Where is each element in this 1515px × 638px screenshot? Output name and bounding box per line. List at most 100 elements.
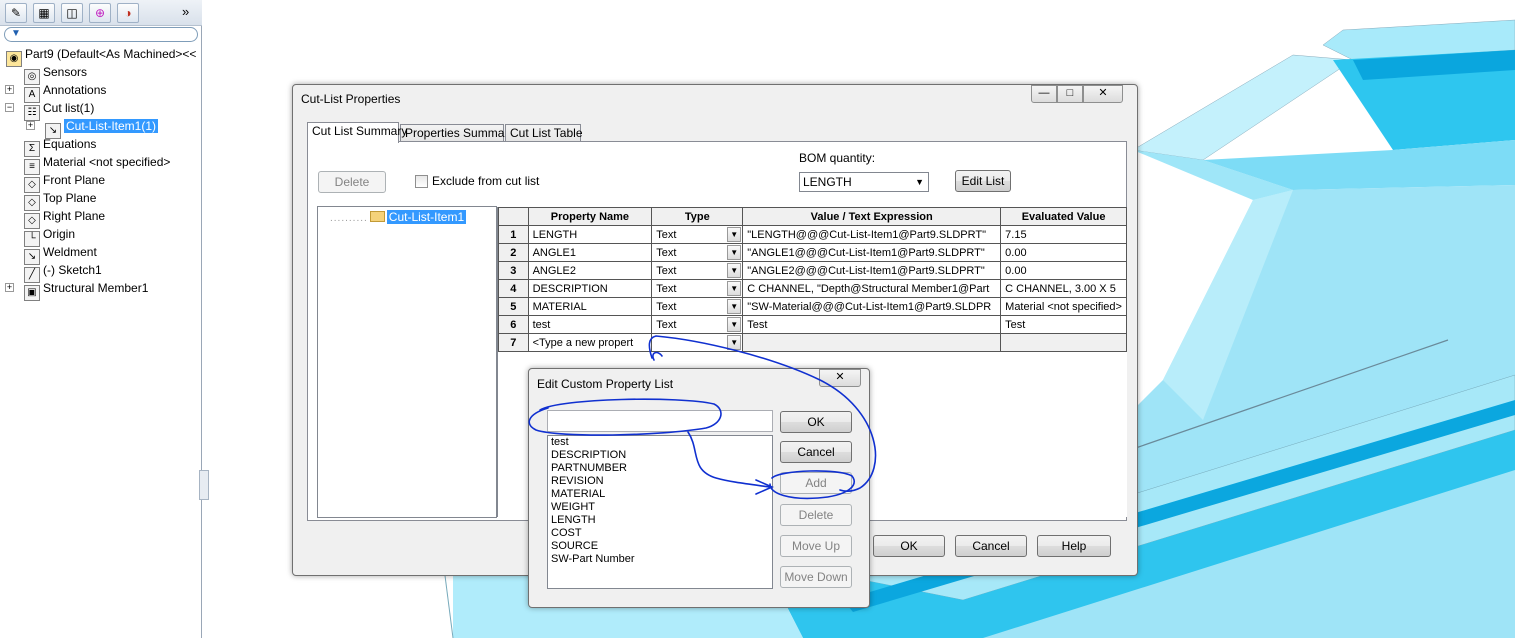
column-header[interactable]: Evaluated Value (1000, 207, 1127, 226)
collapse-panel-icon[interactable]: » (182, 4, 189, 19)
list-item[interactable]: SOURCE (548, 540, 772, 553)
list-item[interactable]: LENGTH (548, 514, 772, 527)
value-expression-cell[interactable]: "SW-Material@@@Cut-List-Item1@Part9.SLDP… (742, 297, 1002, 316)
type-cell[interactable]: Text ▼ (651, 225, 744, 244)
table-row[interactable]: 4 DESCRIPTION Text ▼ C CHANNEL, "Depth@Stru… (498, 279, 1127, 298)
move-down-button[interactable]: Move Down (780, 566, 852, 588)
property-manager-tab-icon[interactable]: ▦ (33, 3, 55, 23)
chevron-down-icon[interactable]: ▼ (727, 335, 742, 350)
property-name-cell[interactable]: ANGLE1 (527, 243, 653, 262)
property-list[interactable]: test DESCRIPTION PARTNUMBER REVISION MATERIA… (547, 435, 773, 589)
value-expression-cell[interactable]: "ANGLE2@@@Cut-List-Item1@Part9.SLDPRT" (742, 261, 1002, 280)
expand-toggle-icon[interactable]: + (26, 121, 35, 130)
close-button[interactable]: ✕ (1083, 85, 1123, 103)
tree-item[interactable]: ◇ Right Plane (24, 207, 105, 229)
list-item[interactable]: REVISION (548, 475, 772, 488)
close-button[interactable]: ✕ (819, 369, 861, 387)
panel-splitter-handle[interactable] (199, 470, 209, 500)
value-expression-cell[interactable]: "ANGLE1@@@Cut-List-Item1@Part9.SLDPRT" (742, 243, 1002, 262)
column-header[interactable]: Value / Text Expression (742, 207, 1002, 226)
column-header[interactable]: Type (651, 207, 744, 226)
table-row[interactable]: 7 <Type a new propert ▼ (498, 333, 1127, 352)
exclude-from-cut-list-checkbox[interactable] (415, 175, 428, 188)
tree-item[interactable]: + ↘ Cut-List-Item1(1) (26, 117, 159, 139)
tree-item[interactable]: ◎ Sensors (24, 63, 87, 85)
value-expression-cell[interactable] (742, 333, 1002, 352)
expand-toggle-icon[interactable]: − (5, 103, 14, 112)
tree-item[interactable]: + A Annotations (5, 81, 106, 103)
tree-item[interactable]: ◇ Front Plane (24, 171, 105, 193)
tree-item[interactable]: ≡ Material <not specified> (24, 153, 170, 175)
tab-cut-list-summary[interactable]: Cut List Summary (307, 122, 407, 143)
expand-toggle-icon[interactable]: + (5, 283, 14, 292)
feature-manager-tab-icon[interactable]: ✎ (5, 3, 27, 23)
table-row[interactable]: 2 ANGLE1 Text ▼ "ANGLE1@@@Cut-List-Item1@Par… (498, 243, 1127, 262)
property-name-input[interactable] (547, 410, 773, 432)
maximize-button[interactable]: □ (1057, 85, 1083, 103)
list-item[interactable]: test (548, 436, 772, 449)
property-name-cell[interactable]: ANGLE2 (527, 261, 653, 280)
property-name-cell[interactable]: LENGTH (527, 225, 653, 244)
value-expression-cell[interactable]: C CHANNEL, "Depth@Structural Member1@Par… (742, 279, 1002, 298)
type-cell[interactable]: Text ▼ (651, 315, 744, 334)
tree-item[interactable]: └ Origin (24, 225, 75, 247)
evaluated-value-cell: Test (1000, 315, 1127, 334)
tree-item[interactable]: ╱ (-) Sketch1 (24, 261, 102, 283)
type-cell[interactable]: Text ▼ (651, 261, 744, 280)
delete-button[interactable]: Delete (780, 504, 852, 526)
move-up-button[interactable]: Move Up (780, 535, 852, 557)
list-item[interactable]: PARTNUMBER (548, 462, 772, 475)
tree-item[interactable]: − ☷ Cut list(1) (5, 99, 94, 121)
cut-list-item-node[interactable]: .......... Cut-List-Item1 (330, 210, 467, 224)
chevron-down-icon: ▼ (915, 177, 924, 187)
tree-filter-input[interactable]: ▼ (4, 27, 198, 42)
configuration-manager-tab-icon[interactable]: ◫ (61, 3, 83, 23)
type-cell[interactable]: ▼ (651, 333, 744, 352)
cancel-button[interactable]: Cancel (955, 535, 1027, 557)
tree-item[interactable]: ↘ Weldment (24, 243, 97, 265)
display-manager-tab-icon[interactable]: ◑ (117, 3, 139, 23)
list-item[interactable]: WEIGHT (548, 501, 772, 514)
delete-button[interactable]: Delete (318, 171, 386, 193)
type-cell[interactable]: Text ▼ (651, 297, 744, 316)
ok-button[interactable]: OK (873, 535, 945, 557)
chevron-down-icon[interactable]: ▼ (727, 227, 742, 242)
ok-button[interactable]: OK (780, 411, 852, 433)
list-item[interactable]: DESCRIPTION (548, 449, 772, 462)
chevron-down-icon[interactable]: ▼ (727, 281, 742, 296)
value-expression-cell[interactable]: Test (742, 315, 1002, 334)
value-expression-cell[interactable]: "LENGTH@@@Cut-List-Item1@Part9.SLDPRT" (742, 225, 1002, 244)
edit-list-button[interactable]: Edit List (955, 170, 1011, 192)
column-header[interactable]: Property Name (527, 207, 653, 226)
row-number-cell-text: 5 (510, 300, 517, 313)
add-button[interactable]: Add (780, 472, 852, 494)
property-name-cell[interactable]: test (527, 315, 653, 334)
tree-item[interactable]: + ▣ Structural Member1 (5, 279, 148, 301)
dimxpert-tab-icon[interactable]: ⊕ (89, 3, 111, 23)
bom-quantity-select[interactable]: LENGTH ▼ (799, 172, 929, 192)
type-cell[interactable]: Text ▼ (651, 279, 744, 298)
tree-root-part9[interactable]: ◉ Part9 (Default<As Machined><< (6, 45, 196, 67)
chevron-down-icon[interactable]: ▼ (727, 263, 742, 278)
property-name-cell[interactable]: MATERIAL (527, 297, 653, 316)
evaluated-value-cell: 0.00 (1000, 261, 1127, 280)
table-row[interactable]: 6 test Text ▼ Test Test (498, 315, 1127, 334)
chevron-down-icon[interactable]: ▼ (727, 245, 742, 260)
property-name-cell[interactable]: <Type a new propert (527, 333, 653, 352)
list-item[interactable]: MATERIAL (548, 488, 772, 501)
tree-item[interactable]: Σ Equations (24, 135, 96, 157)
expand-toggle-icon[interactable]: + (5, 85, 14, 94)
list-item[interactable]: COST (548, 527, 772, 540)
chevron-down-icon[interactable]: ▼ (727, 317, 742, 332)
table-row[interactable]: 1 LENGTH Text ▼ "LENGTH@@@Cut-List-Item1@Par… (498, 225, 1127, 244)
minimize-button[interactable]: — (1031, 85, 1057, 103)
property-name-cell[interactable]: DESCRIPTION (527, 279, 653, 298)
tree-item[interactable]: ◇ Top Plane (24, 189, 96, 211)
type-cell[interactable]: Text ▼ (651, 243, 744, 262)
table-row[interactable]: 3 ANGLE2 Text ▼ "ANGLE2@@@Cut-List-Item1@Par… (498, 261, 1127, 280)
help-button[interactable]: Help (1037, 535, 1111, 557)
cancel-button[interactable]: Cancel (780, 441, 852, 463)
list-item[interactable]: SW-Part Number (548, 553, 772, 566)
table-row[interactable]: 5 MATERIAL Text ▼ "SW-Material@@@Cut-List-It… (498, 297, 1127, 316)
chevron-down-icon[interactable]: ▼ (727, 299, 742, 314)
